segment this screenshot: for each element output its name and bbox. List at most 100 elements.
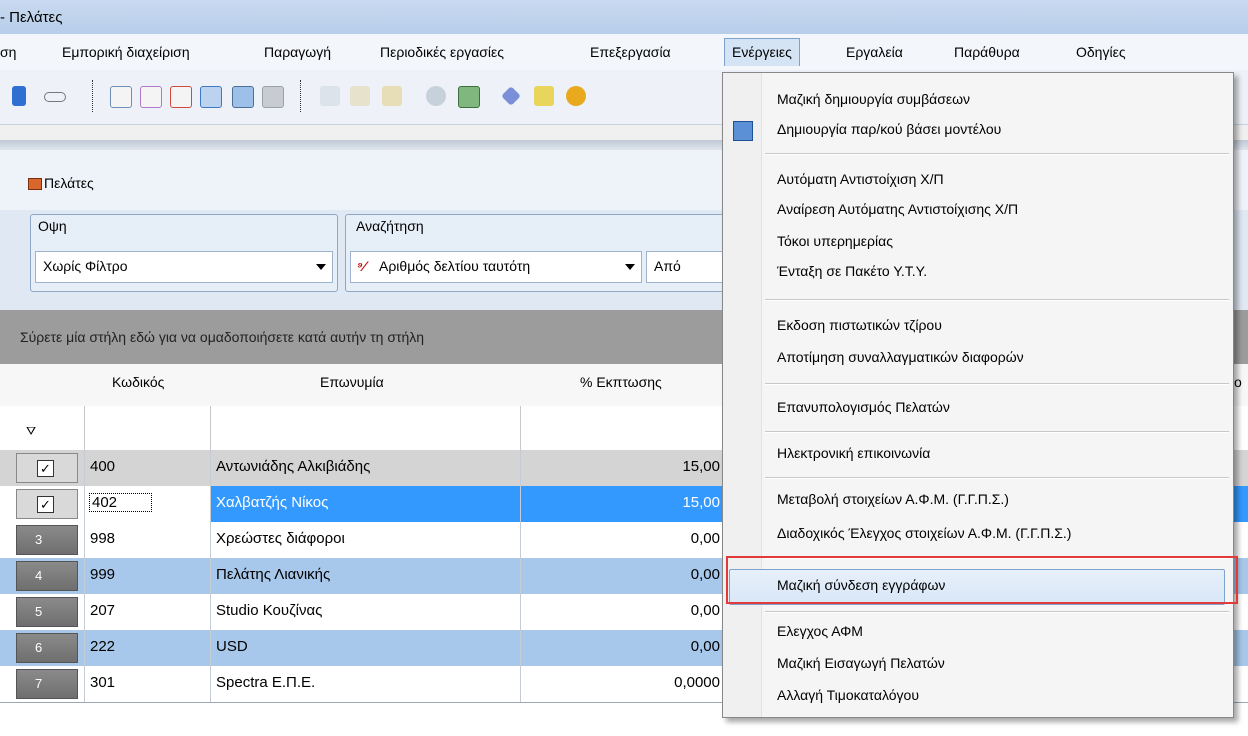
menu-mass-customer-import[interactable]: Μαζική Εισαγωγή Πελατών <box>777 655 945 671</box>
menu-item-commercial[interactable]: Εμπορική διαχείριση <box>62 44 190 60</box>
actions-menu: Μαζική δημιουργία συμβάσεων Δημιουργία π… <box>722 72 1234 718</box>
cell-divider <box>520 594 521 630</box>
cell-code[interactable]: 222 <box>90 638 115 655</box>
coin-icon[interactable] <box>566 86 586 106</box>
menu-fx-valuation[interactable]: Αποτίμηση συναλλαγματικών διαφορών <box>777 349 1024 365</box>
paste-icon[interactable] <box>382 86 402 106</box>
cell-divider <box>210 666 211 702</box>
menu-create-from-model[interactable]: Δημιουργία παρ/κού βάσει μοντέλου <box>777 121 1001 137</box>
column-header-name[interactable]: Επωνυμία <box>320 374 384 390</box>
copy-record-icon[interactable] <box>458 86 480 108</box>
cell-code[interactable]: 402 <box>88 493 153 512</box>
new-document-icon[interactable] <box>110 86 132 108</box>
cell-discount[interactable]: 0,00 <box>560 638 720 655</box>
column-header-code[interactable]: Κωδικός <box>112 374 164 390</box>
menu-item-production[interactable]: Παραγωγή <box>264 44 331 60</box>
menu-undo-auto-match[interactable]: Αναίρεση Αυτόματης Αντιστοίχισης Χ/Π <box>777 201 1018 217</box>
row-header[interactable]: 5 <box>16 597 78 627</box>
view-select[interactable]: Χωρίς Φίλτρο <box>35 251 333 283</box>
disk-icon[interactable] <box>426 86 446 106</box>
filter-cell-name[interactable] <box>210 406 521 450</box>
delete-document-icon[interactable] <box>170 86 192 108</box>
cell-divider <box>210 522 211 558</box>
toolbar-separator <box>92 80 95 112</box>
cell-code[interactable]: 999 <box>90 566 115 583</box>
menu-item-tools[interactable]: Εργαλεία <box>846 44 903 60</box>
row-header[interactable]: 3 <box>16 525 78 555</box>
menu-item-actions[interactable]: Ενέργειες <box>724 38 800 66</box>
cell-discount[interactable]: 0,00 <box>560 566 720 583</box>
menu-item-partial[interactable]: ση <box>0 44 16 60</box>
filter-cell-code[interactable] <box>84 406 211 450</box>
cell-name[interactable]: Πελάτης Λιανικής <box>216 566 330 583</box>
cell-name[interactable]: Χαλβατζής Νίκος <box>216 494 328 511</box>
cell-name[interactable]: USD <box>216 638 248 655</box>
search-op-value: Από <box>654 258 681 274</box>
cell-divider <box>210 594 211 630</box>
column-header-clipped[interactable]: ο <box>1234 374 1242 390</box>
cell-name[interactable]: Αντωνιάδης Αλκιβιάδης <box>216 458 370 475</box>
menu-mass-contracts[interactable]: Μαζική δημιουργία συμβάσεων <box>777 91 970 107</box>
help-arrow-icon[interactable] <box>534 86 554 106</box>
cell-discount[interactable]: 0,00 <box>560 530 720 547</box>
chevron-down-icon <box>625 264 635 270</box>
filter-icon[interactable]: ⛛ <box>26 424 36 439</box>
menu-item-help[interactable]: Οδηγίες <box>1076 44 1126 60</box>
cell-divider <box>84 558 85 594</box>
cell-code[interactable]: 400 <box>90 458 115 475</box>
grid-icon[interactable] <box>232 86 254 108</box>
cell-divider <box>84 630 85 666</box>
edit-document-icon[interactable] <box>140 86 162 108</box>
menu-change-pricelist[interactable]: Αλλαγή Τιμοκαταλόγου <box>777 687 919 703</box>
menu-vat-sequential-check[interactable]: Διαδοχικός Έλεγχος στοιχείων Α.Φ.Μ. (Γ.Γ… <box>777 525 1071 541</box>
refresh-icon[interactable] <box>200 86 222 108</box>
row-number: 6 <box>35 640 43 655</box>
menu-credit-turnover[interactable]: Εκδοση πιστωτικών τζίρου <box>777 317 942 333</box>
cell-code[interactable]: 301 <box>90 674 115 691</box>
row-header[interactable]: ✓ <box>16 489 78 519</box>
cell-code[interactable]: 207 <box>90 602 115 619</box>
cell-divider <box>520 630 521 666</box>
row-checkbox[interactable]: ✓ <box>37 460 54 477</box>
cell-name[interactable]: Χρεώστες διάφοροι <box>216 530 345 547</box>
row-header[interactable]: 4 <box>16 561 78 591</box>
cell-divider <box>210 558 211 594</box>
menu-item-periodic[interactable]: Περιοδικές εργασίες <box>380 44 504 60</box>
copy-icon[interactable] <box>350 86 370 106</box>
filter-cell-discount[interactable] <box>520 406 721 450</box>
cut-icon[interactable] <box>320 86 340 106</box>
row-header[interactable]: 6 <box>16 633 78 663</box>
cell-discount[interactable]: 0,0000 <box>560 674 720 691</box>
cell-discount[interactable]: 0,00 <box>560 602 720 619</box>
column-header-discount[interactable]: % Εκπτωσης <box>580 374 662 390</box>
cell-name[interactable]: Spectra Ε.Π.Ε. <box>216 674 315 691</box>
group-by-hint: Σύρετε μία στήλη εδώ για να ομαδοποιήσετ… <box>20 329 425 345</box>
cell-discount[interactable]: 15,00 <box>560 458 720 475</box>
menu-recalculate-customers[interactable]: Επανυπολογισμός Πελατών <box>777 399 950 415</box>
menu-package-inclusion[interactable]: Ένταξη σε Πακέτο Υ.Τ.Υ. <box>777 263 927 279</box>
row-header[interactable]: 7 <box>16 669 78 699</box>
cell-divider <box>210 450 211 486</box>
row-header[interactable]: ✓ <box>16 453 78 483</box>
menu-auto-match[interactable]: Αυτόματη Αντιστοίχιση Χ/Π <box>777 171 944 187</box>
diamond-icon[interactable] <box>501 86 521 106</box>
menu-separator <box>765 611 1229 613</box>
glasses-icon[interactable] <box>44 92 66 102</box>
toolbar-separator <box>300 80 303 112</box>
row-checkbox[interactable]: ✓ <box>37 496 54 513</box>
cell-divider <box>520 486 521 522</box>
menu-electronic-communication[interactable]: Ηλεκτρονική επικοινωνία <box>777 445 930 461</box>
menu-item-windows[interactable]: Παράθυρα <box>954 44 1020 60</box>
menu-vat-change[interactable]: Μεταβολή στοιχείων Α.Φ.Μ. (Γ.Γ.Π.Σ.) <box>777 491 1009 507</box>
search-field-select[interactable]: ⁹⁄ Αριθμός δελτίου ταυτότη <box>350 251 642 283</box>
menu-vat-check[interactable]: Ελεγχος ΑΦΜ <box>777 623 863 639</box>
play-end-icon[interactable] <box>12 86 26 106</box>
menu-late-interest[interactable]: Τόκοι υπερημερίας <box>777 233 893 249</box>
cell-code[interactable]: 998 <box>90 530 115 547</box>
cell-discount[interactable]: 15,00 <box>560 494 720 511</box>
menu-item-edit[interactable]: Επεξεργασία <box>590 44 671 60</box>
save-icon[interactable] <box>262 86 284 108</box>
search-op-select[interactable]: Από <box>646 251 734 283</box>
cell-name[interactable]: Studio Κουζίνας <box>216 602 322 619</box>
view-select-value: Χωρίς Φίλτρο <box>43 258 128 274</box>
